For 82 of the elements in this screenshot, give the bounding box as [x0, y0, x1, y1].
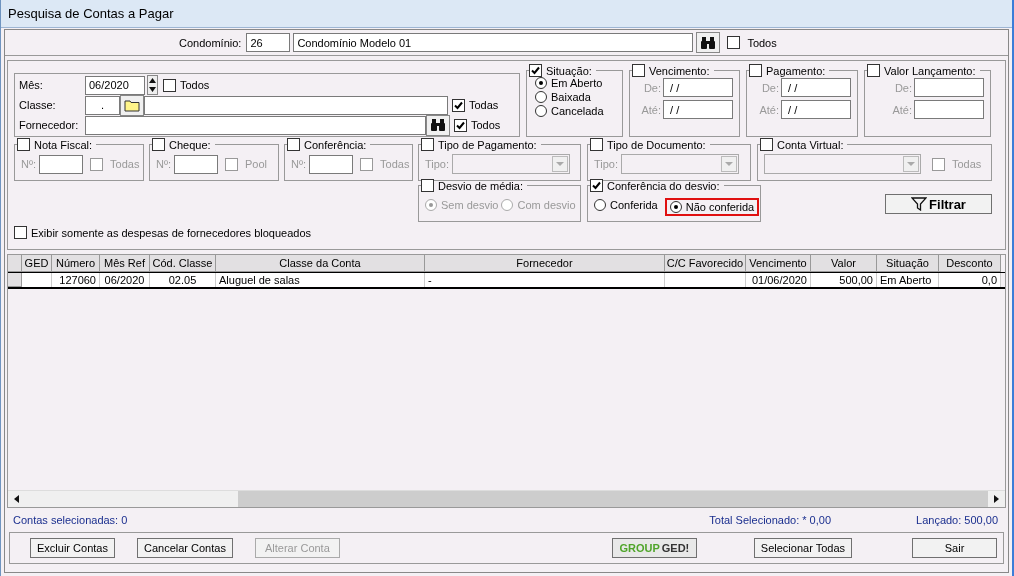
group-title: Tipo de Documento:	[607, 138, 706, 151]
checkbox-label: Todos	[180, 79, 210, 91]
to-label: Até:	[759, 103, 779, 116]
column-header[interactable]: Situação	[877, 255, 939, 272]
to-label: Até:	[892, 103, 912, 116]
action-button[interactable]: Selecionar Todas	[753, 538, 853, 558]
table-cell: 06/2020	[100, 273, 150, 287]
classe-code-field[interactable]: .	[85, 95, 120, 115]
from-field[interactable]: / /	[663, 78, 733, 97]
checkbox-label: Todos	[747, 36, 777, 49]
from-label: De:	[894, 81, 912, 94]
group-title: Situação:	[546, 64, 592, 77]
checkbox-label: Todas	[469, 99, 499, 111]
column-header[interactable]: GED	[22, 255, 52, 272]
to-field[interactable]: / /	[663, 100, 733, 119]
table-cell: Aluguel de salas	[216, 273, 425, 287]
checkbox-label: Pool	[245, 158, 269, 170]
number-label: Nº:	[156, 158, 172, 170]
posted-total: Lançado: 500,00	[916, 514, 998, 526]
to-field[interactable]: / /	[781, 100, 851, 119]
group-title: Conferência do desvio:	[607, 179, 720, 192]
selected-total: Total Selecionado: * 0,00	[709, 514, 832, 526]
checkbox-label: Todas	[110, 158, 141, 170]
number-label: Nº:	[21, 158, 37, 170]
group-title: Tipo de Pagamento:	[438, 138, 537, 151]
radio-label: Conferida	[610, 199, 658, 211]
number-label: Nº:	[291, 158, 307, 170]
table-cell: 0,0	[939, 273, 1001, 287]
checkbox-label: Exibir somente as despesas de fornecedores bloqueados	[31, 226, 312, 239]
table-cell: 01/06/2020	[746, 273, 811, 287]
column-header[interactable]: Mês Ref	[100, 255, 150, 272]
from-label: De:	[643, 81, 661, 94]
type-label: Tipo:	[594, 158, 619, 170]
from-label: De:	[761, 81, 779, 94]
table-cell: 02.05	[150, 273, 216, 287]
column-header[interactable]: Classe da Conta	[216, 255, 425, 272]
column-header[interactable]: Valor	[811, 255, 877, 272]
table-cell: -	[425, 273, 665, 287]
table-cell: Em Aberto	[877, 273, 939, 287]
action-button[interactable]: Excluir Contas	[30, 538, 115, 558]
condominio-label: Condomínio:	[179, 36, 242, 49]
type-label: Tipo:	[425, 158, 450, 170]
selected-count: Contas selecionadas: 0	[13, 514, 128, 526]
from-field[interactable]: / /	[781, 78, 851, 97]
radio-label: Cancelada	[551, 105, 604, 117]
month-field[interactable]: 06/2020	[85, 75, 145, 95]
action-button[interactable]: Cancelar Contas	[136, 538, 233, 558]
table-row[interactable]: 127060 06/2020 02.05 Aluguel de salas - 01/06/2020 500,00 Em Aberto 0,0	[8, 272, 1005, 289]
column-header[interactable]: C/C Favorecido	[665, 255, 746, 272]
table-cell: 127060	[52, 273, 100, 287]
column-header[interactable]: Número	[52, 255, 100, 272]
radio-label: Com desvio	[517, 199, 576, 211]
classe-label: Classe:	[19, 99, 57, 111]
column-header[interactable]: Fornecedor	[425, 255, 665, 272]
table-cell: 500,00	[811, 273, 877, 287]
radio-label: Baixada	[551, 91, 591, 103]
condominio-name-field[interactable]: Condomínio Modelo 01	[293, 33, 694, 52]
checkbox-label: Todas	[380, 158, 411, 170]
ged-logo-button[interactable]: GROUP GED!	[611, 538, 697, 558]
column-header[interactable]: Cód. Classe	[150, 255, 216, 272]
group-title: Pagamento:	[766, 64, 826, 77]
column-header[interactable]: Vencimento	[746, 255, 811, 272]
group-title: Desvio de média:	[438, 179, 523, 192]
group-title: Valor Lançamento:	[884, 64, 976, 77]
group-title: Cheque:	[169, 138, 211, 151]
fornecedor-label: Fornecedor:	[19, 119, 80, 131]
radio-label: Não conferida	[685, 201, 755, 213]
group-title: Conta Virtual:	[777, 138, 844, 151]
checkbox-label: Todos	[471, 119, 501, 131]
to-label: Até:	[641, 103, 661, 116]
month-label: Mês:	[19, 79, 44, 91]
filter-button[interactable]: Filtrar	[885, 194, 992, 214]
group-title: Conferência:	[304, 138, 367, 151]
group-title: Nota Fiscal:	[34, 138, 93, 151]
action-button[interactable]: Sair	[912, 538, 997, 558]
window-title: Pesquisa de Contas a Pagar	[8, 6, 174, 21]
checkbox-label: Todas	[952, 158, 982, 170]
radio-label: Em Aberto	[551, 77, 603, 89]
column-header[interactable]: Desconto	[939, 255, 1001, 272]
condominio-code-field[interactable]: 26	[246, 33, 291, 52]
radio-label: Sem desvio	[441, 199, 499, 211]
group-title: Vencimento:	[649, 64, 710, 77]
